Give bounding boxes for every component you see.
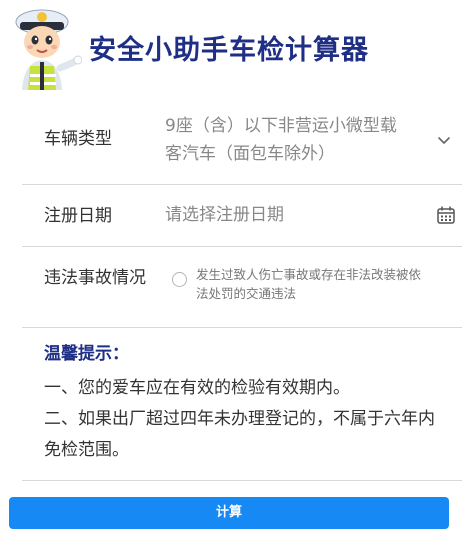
divider [22,480,462,481]
tips-line: 一、您的爱车应在有效的检验有效期内。 [44,378,350,398]
registration-date-field[interactable]: 注册日期 请选择注册日期 [22,185,462,247]
page-title: 安全小助手车检计算器 [89,35,369,66]
calculate-button[interactable]: 计算 [9,497,449,529]
vehicle-type-label: 车辆类型 [44,129,112,149]
violation-radio[interactable] [172,272,187,287]
violation-row: 违法事故情况 发生过致人伤亡事故或存在非法改装被依法处罚的交通违法 [22,247,462,328]
calendar-icon[interactable] [436,205,456,225]
tips-line: 二、如果出厂超过四年未办理登记的，不属于六年内免检范围。 [44,409,435,460]
vehicle-type-value[interactable]: 9座（含）以下非营运小微型载客汽车（面包车除外） [165,112,405,168]
tips-panel: 温馨提示： 一、您的爱车应在有效的检验有效期内。 二、如果出厂超过四年未办理登记… [44,343,444,466]
violation-option-text[interactable]: 发生过致人伤亡事故或存在非法改装被依法处罚的交通违法 [196,265,426,303]
chevron-down-icon[interactable] [436,132,452,148]
header: 安全小助手车检计算器 [0,0,464,96]
calculator-page: 安全小助手车检计算器 车辆类型 9座（含）以下非营运小微型载客汽车（面包车除外）… [0,0,464,555]
vehicle-type-select[interactable]: 车辆类型 9座（含）以下非营运小微型载客汽车（面包车除外） [22,96,462,185]
traffic-police-mascot-icon [15,9,82,90]
violation-label: 违法事故情况 [44,268,146,288]
registration-date-label: 注册日期 [44,206,112,226]
tips-title: 温馨提示： [44,344,129,364]
registration-date-input[interactable]: 请选择注册日期 [165,201,284,229]
